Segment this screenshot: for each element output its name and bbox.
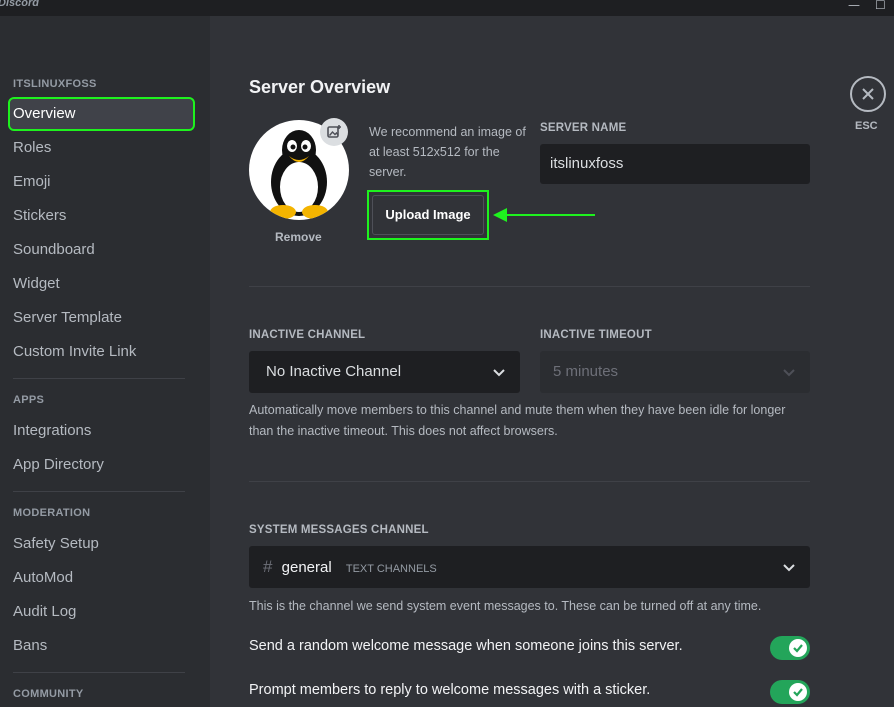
welcome-message-label: Send a random welcome message when someo… bbox=[249, 638, 683, 654]
check-icon bbox=[789, 639, 807, 657]
sidebar-item-stickers[interactable]: Stickers bbox=[8, 201, 185, 231]
sidebar-divider bbox=[13, 378, 185, 379]
inactive-timeout-select[interactable]: 5 minutes bbox=[540, 351, 810, 393]
chevron-down-icon bbox=[783, 369, 795, 377]
sticker-reply-toggle[interactable] bbox=[770, 680, 810, 704]
upload-image-button[interactable]: Upload Image bbox=[372, 195, 484, 235]
close-icon bbox=[862, 88, 874, 100]
system-channel-select[interactable]: # general TEXT CHANNELS bbox=[249, 546, 810, 588]
settings-sidebar: ITSLINUXFOSS Overview Roles Emoji Sticke… bbox=[0, 16, 210, 707]
moderation-section-header: MODERATION bbox=[13, 507, 91, 519]
esc-label: ESC bbox=[855, 120, 878, 132]
inactive-channel-value: No Inactive Channel bbox=[266, 363, 402, 380]
system-channel-label: SYSTEM MESSAGES CHANNEL bbox=[249, 524, 429, 536]
inactive-timeout-value: 5 minutes bbox=[553, 363, 619, 380]
page-title: Server Overview bbox=[249, 77, 391, 97]
sidebar-item-automod[interactable]: AutoMod bbox=[8, 563, 185, 593]
inactive-channel-select[interactable]: No Inactive Channel bbox=[249, 351, 520, 393]
chevron-down-icon bbox=[783, 564, 795, 572]
sidebar-divider bbox=[13, 491, 185, 492]
sidebar-divider bbox=[13, 672, 185, 673]
sidebar-item-audit-log[interactable]: Audit Log bbox=[8, 597, 185, 627]
sidebar-item-custom-invite-link[interactable]: Custom Invite Link bbox=[8, 337, 185, 367]
section-divider bbox=[249, 286, 810, 287]
sticker-reply-label: Prompt members to reply to welcome messa… bbox=[249, 682, 651, 698]
title-bar: Discord — ☐ bbox=[0, 0, 894, 16]
sidebar-item-roles[interactable]: Roles bbox=[8, 133, 185, 163]
arrow-left-icon bbox=[493, 208, 595, 222]
check-icon bbox=[789, 683, 807, 701]
inactive-help-text: Automatically move members to this chann… bbox=[249, 403, 786, 438]
server-section-header: ITSLINUXFOSS bbox=[13, 78, 97, 90]
remove-avatar-link[interactable]: Remove bbox=[275, 230, 322, 244]
hash-icon: # bbox=[263, 557, 273, 576]
app-brand: Discord bbox=[0, 0, 39, 9]
welcome-message-setting: Send a random welcome message when someo… bbox=[249, 636, 810, 660]
minimize-button[interactable]: — bbox=[848, 0, 860, 12]
sidebar-item-emoji[interactable]: Emoji bbox=[8, 167, 185, 197]
sidebar-item-bans[interactable]: Bans bbox=[8, 631, 185, 661]
inactive-channel-label: INACTIVE CHANNEL bbox=[249, 329, 366, 341]
image-recommendation-text: We recommend an image of at least 512x51… bbox=[369, 125, 526, 179]
settings-content: Server Overview Remove We recommend an i… bbox=[210, 16, 894, 707]
community-section-header: COMMUNITY bbox=[13, 688, 84, 700]
system-channel-value: general bbox=[281, 559, 332, 576]
sidebar-item-safety-setup[interactable]: Safety Setup bbox=[8, 529, 185, 559]
sticker-reply-setting: Prompt members to reply to welcome messa… bbox=[249, 680, 810, 704]
channel-category: TEXT CHANNELS bbox=[345, 563, 437, 575]
apps-section-header: APPS bbox=[13, 394, 45, 406]
system-channel-help-text: This is the channel we send system event… bbox=[249, 599, 762, 613]
chevron-down-icon bbox=[493, 369, 505, 377]
maximize-button[interactable]: ☐ bbox=[875, 0, 886, 12]
sidebar-item-integrations[interactable]: Integrations bbox=[8, 416, 185, 446]
image-plus-icon[interactable] bbox=[320, 118, 348, 146]
inactive-timeout-label: INACTIVE TIMEOUT bbox=[540, 329, 652, 341]
close-settings-button[interactable] bbox=[850, 76, 886, 112]
sidebar-item-soundboard[interactable]: Soundboard bbox=[8, 235, 185, 265]
upload-image-highlight: Upload Image bbox=[367, 190, 489, 240]
server-name-input[interactable]: itslinuxfoss bbox=[540, 144, 810, 184]
server-name-label: SERVER NAME bbox=[540, 122, 627, 134]
sidebar-item-overview[interactable]: Overview bbox=[8, 97, 195, 131]
sidebar-item-app-directory[interactable]: App Directory bbox=[8, 450, 185, 480]
sidebar-item-server-template[interactable]: Server Template bbox=[8, 303, 185, 333]
welcome-message-toggle[interactable] bbox=[770, 636, 810, 660]
sidebar-item-widget[interactable]: Widget bbox=[8, 269, 185, 299]
section-divider bbox=[249, 481, 810, 482]
